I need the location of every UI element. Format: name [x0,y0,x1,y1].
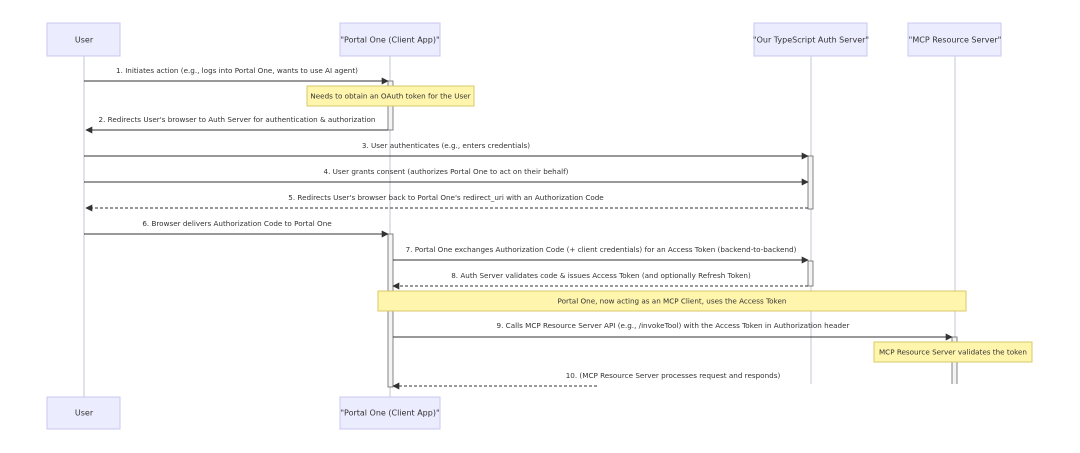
actor-mcp-top: "MCP Resource Server" [907,22,1002,57]
actor-auth-top: "Our TypeScript Auth Server" [753,22,869,57]
message-6: 6. Browser delivers Authorization Code t… [84,219,389,238]
message-10-label: 10. (MCP Resource Server processes reque… [566,371,781,380]
actor-user-bottom-label: User [75,409,94,418]
actor-portal-top-label: "Portal One (Client App)" [340,36,439,45]
actor-portal-top: "Portal One (Client App)" [339,22,441,57]
note-oauth-token: Needs to obtain an OAuth token for the U… [306,85,475,107]
activation-auth-2 [807,260,814,287]
message-9: 9. Calls MCP Resource Server API (e.g., … [393,321,953,341]
actor-portal-bottom: "Portal One (Client App)" [339,396,441,430]
message-8: 8. Auth Server validates code & issues A… [392,271,808,290]
sequence-diagram: User "Portal One (Client App)" "Our Type… [46,22,1080,453]
message-7-label: 7. Portal One exchanges Authorization Co… [406,245,797,254]
activation-auth-1 [807,155,814,210]
message-2: 2. Redirects User's browser to Auth Serv… [85,115,388,134]
actor-user-top-label: User [75,36,94,45]
actor-user-bottom: User [46,396,121,430]
note-mcp-client-text: Portal One, now acting as an MCP Client,… [558,297,787,306]
message-2-label: 2. Redirects User's browser to Auth Serv… [99,115,376,124]
message-5: 5. Redirects User's browser back to Port… [85,193,808,212]
actor-user-top: User [46,22,121,57]
message-3-label: 3. User authenticates (e.g., enters cred… [362,141,530,150]
message-7: 7. Portal One exchanges Authorization Co… [393,245,809,264]
message-1-label: 1. Initiates action (e.g., logs into Por… [116,66,358,75]
actor-auth-top-label: "Our TypeScript Auth Server" [753,36,869,45]
note-oauth-token-text: Needs to obtain an OAuth token for the U… [310,92,470,101]
message-10: 10. (MCP Resource Server processes reque… [392,371,952,390]
actor-mcp-top-label: "MCP Resource Server" [909,36,1002,45]
message-3: 3. User authenticates (e.g., enters cred… [84,141,809,160]
note-validates-token-text: MCP Resource Server validates the token [879,348,1027,357]
message-4-label: 4. User grants consent (authorizes Porta… [324,167,569,176]
message-1: 1. Initiates action (e.g., logs into Por… [84,66,389,85]
message-6-label: 6. Browser delivers Authorization Code t… [142,219,332,228]
note-validates-token: MCP Resource Server validates the token [873,341,1033,363]
message-4: 4. User grants consent (authorizes Porta… [84,167,809,186]
message-5-label: 5. Redirects User's browser back to Port… [288,193,604,202]
message-8-label: 8. Auth Server validates code & issues A… [451,271,751,280]
message-9-label: 9. Calls MCP Resource Server API (e.g., … [497,321,850,330]
fade-overlay [597,384,1080,453]
actor-portal-bottom-label: "Portal One (Client App)" [340,409,439,418]
note-mcp-client: Portal One, now acting as an MCP Client,… [377,290,967,312]
